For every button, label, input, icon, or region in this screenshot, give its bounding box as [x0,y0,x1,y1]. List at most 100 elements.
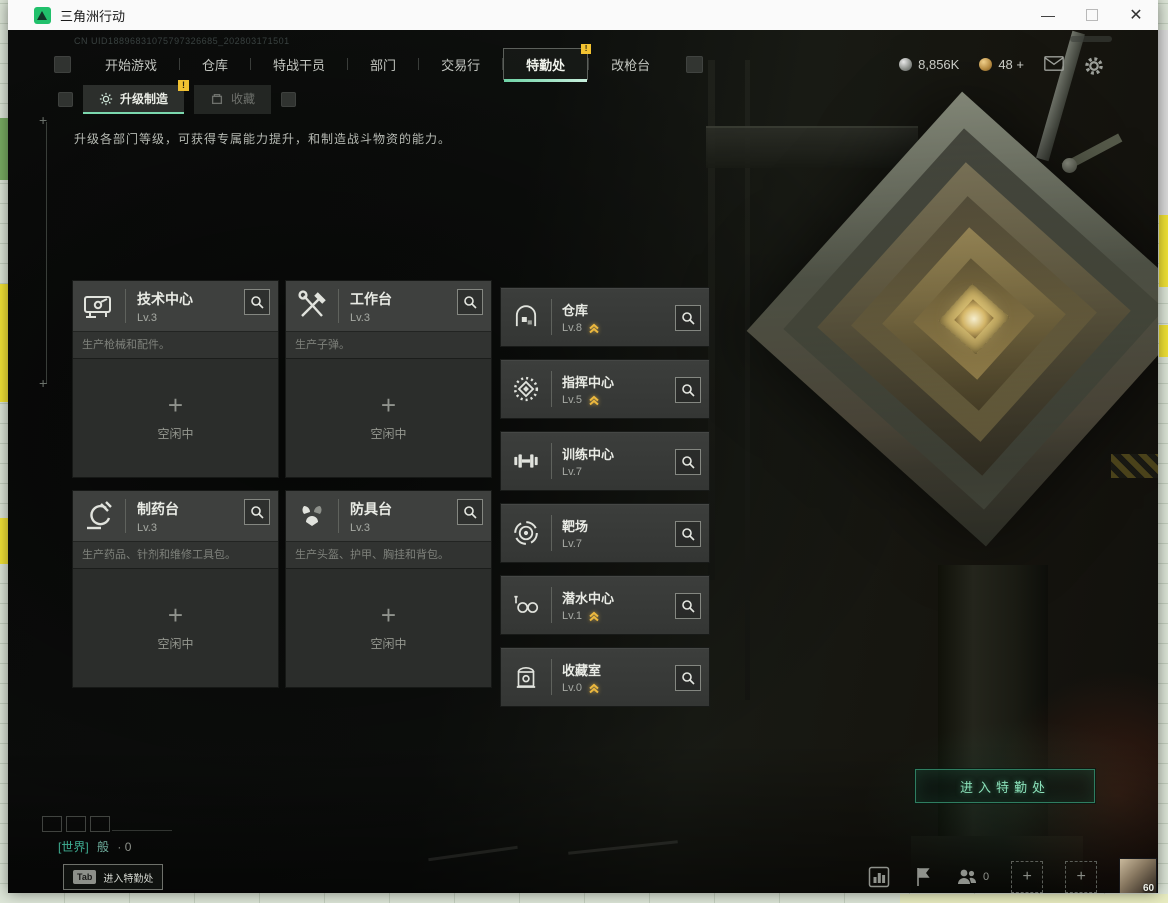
tab-start-game[interactable]: 开始游戏 [83,49,179,80]
faded-line [112,830,172,831]
empty-slot-button[interactable]: + [1065,861,1097,893]
upgrade-chevrons-icon [588,610,600,622]
flag-icon [912,866,934,888]
inspect-button[interactable] [457,499,483,525]
card-shooting-range[interactable]: 靶场 Lv.7 [500,503,710,563]
card-workbench[interactable]: 工作台 Lv.3 生产子弹。 + 空闲中 [285,280,492,478]
subtab-collection[interactable]: 收藏 [194,85,271,114]
card-storage[interactable]: 仓库 Lv.8 [500,287,710,347]
divider [551,443,552,479]
avatar-level: 60 [1143,883,1154,893]
window-titlebar[interactable]: 三角洲行动 — ✕ [8,0,1158,31]
production-slot[interactable]: + 空闲中 [73,568,278,687]
inspect-button[interactable] [244,499,270,525]
tab-warehouse[interactable]: 仓库 [180,49,250,80]
inspect-button[interactable] [675,521,701,547]
tab-departments[interactable]: 部门 [348,49,418,80]
settings-gear-icon[interactable] [1084,56,1104,72]
card-description: 生产药品、针剂和维修工具包。 [73,541,278,568]
tab-special-service[interactable]: 特勤处 ! [503,48,588,80]
minimize-button[interactable]: — [1026,0,1070,30]
card-title: 靶场 [562,516,588,535]
card-level: Lv.3 [350,312,392,324]
card-title: 训练中心 [562,444,614,463]
card-diving-center[interactable]: 潜水中心 Lv.1 [500,575,710,635]
card-title: 制药台 [137,499,179,519]
inspect-button[interactable] [244,289,270,315]
gold-currency[interactable]: 48 + [979,57,1024,72]
card-title: 防具台 [350,499,392,519]
inspect-button[interactable] [675,305,701,331]
inspect-button[interactable] [675,665,701,691]
card-collection-room[interactable]: 收藏室 Lv.0 [500,647,710,707]
card-armor-bench[interactable]: 防具台 Lv.3 生产头盔、护甲、胸挂和背包。 + 空闲中 [285,490,492,688]
plus-icon: + [1076,868,1085,886]
scene-beam [706,126,918,168]
card-level: Lv.0 [562,682,601,694]
maximize-button[interactable] [1070,0,1114,30]
card-tech-center[interactable]: 技术中心 Lv.3 生产枪械和配件。 + 空闲中 [72,280,279,478]
divider [551,515,552,551]
card-level: Lv.8 [562,322,600,334]
notification-badge: ! [178,80,189,91]
inspect-button[interactable] [675,449,701,475]
crosshair-plus-icon: + [39,115,47,125]
subnav-next-key-hint[interactable] [281,92,296,107]
workbench-icon [286,288,338,324]
subtab-upgrade-craft[interactable]: 升级制造 ! [83,85,184,114]
divider [551,371,552,407]
facility-card-column: 仓库 Lv.8 [500,287,710,707]
magnifier-icon [681,455,695,469]
card-level: Lv.7 [562,538,588,550]
report-flag-button[interactable] [912,866,934,888]
inspect-button[interactable] [675,593,701,619]
nav-prev-key-hint[interactable] [54,56,71,73]
squad-button[interactable]: 0 [956,866,989,888]
close-button[interactable]: ✕ [1114,0,1158,30]
chat-message[interactable]: [世界] 般 · 0 [58,838,131,855]
empty-slot-button[interactable]: + [1011,861,1043,893]
gold-coin-icon [979,58,992,71]
divider [338,499,339,533]
collection-room-icon [501,662,551,692]
training-center-icon [501,446,551,476]
tab-enter-button[interactable]: Tab 进入特勤处 [63,864,163,890]
production-slot[interactable]: + 空闲中 [286,358,491,477]
squad-count: 0 [983,871,989,883]
tab-operators[interactable]: 特战干员 [251,49,347,80]
card-pharmacy[interactable]: 制药台 Lv.3 生产药品、针剂和维修工具包。 + 空闲中 [72,490,279,688]
card-level: Lv.1 [562,610,614,622]
tab-market[interactable]: 交易行 [419,49,502,80]
slot-status: 空闲中 [370,425,406,442]
mail-icon[interactable] [1044,56,1064,72]
card-title: 工作台 [350,289,392,309]
tab-key-badge: Tab [73,870,96,884]
nav-next-key-hint[interactable] [686,56,703,73]
enter-special-service-button[interactable]: 进入特勤处 [915,769,1095,803]
card-command-center[interactable]: 指挥中心 Lv.5 [500,359,710,419]
player-avatar[interactable]: 60 [1119,858,1157,893]
subnav-prev-key-hint[interactable] [58,92,73,107]
command-center-icon [501,374,551,404]
card-level: Lv.3 [137,522,179,534]
faded-slot-box [66,816,86,832]
card-title: 指挥中心 [562,372,614,391]
card-training-center[interactable]: 训练中心 Lv.7 [500,431,710,491]
magnifier-icon [681,671,695,685]
faded-slot-box [42,816,62,832]
production-slot[interactable]: + 空闲中 [286,568,491,687]
tab-gunsmith[interactable]: 改枪台 [589,49,672,80]
card-description: 生产枪械和配件。 [73,331,278,358]
silver-currency[interactable]: 8,856K [899,57,959,72]
card-title: 潜水中心 [562,588,614,607]
card-title: 技术中心 [137,289,193,309]
stats-chart-button[interactable] [868,866,890,888]
inspect-button[interactable] [457,289,483,315]
hazard-stripes [1111,454,1158,478]
plus-icon: + [168,394,183,416]
plus-icon: + [381,394,396,416]
production-slot[interactable]: + 空闲中 [73,358,278,477]
armor-bench-icon [286,498,338,534]
inspect-button[interactable] [675,377,701,403]
spreadsheet-cell [1157,30,1168,215]
